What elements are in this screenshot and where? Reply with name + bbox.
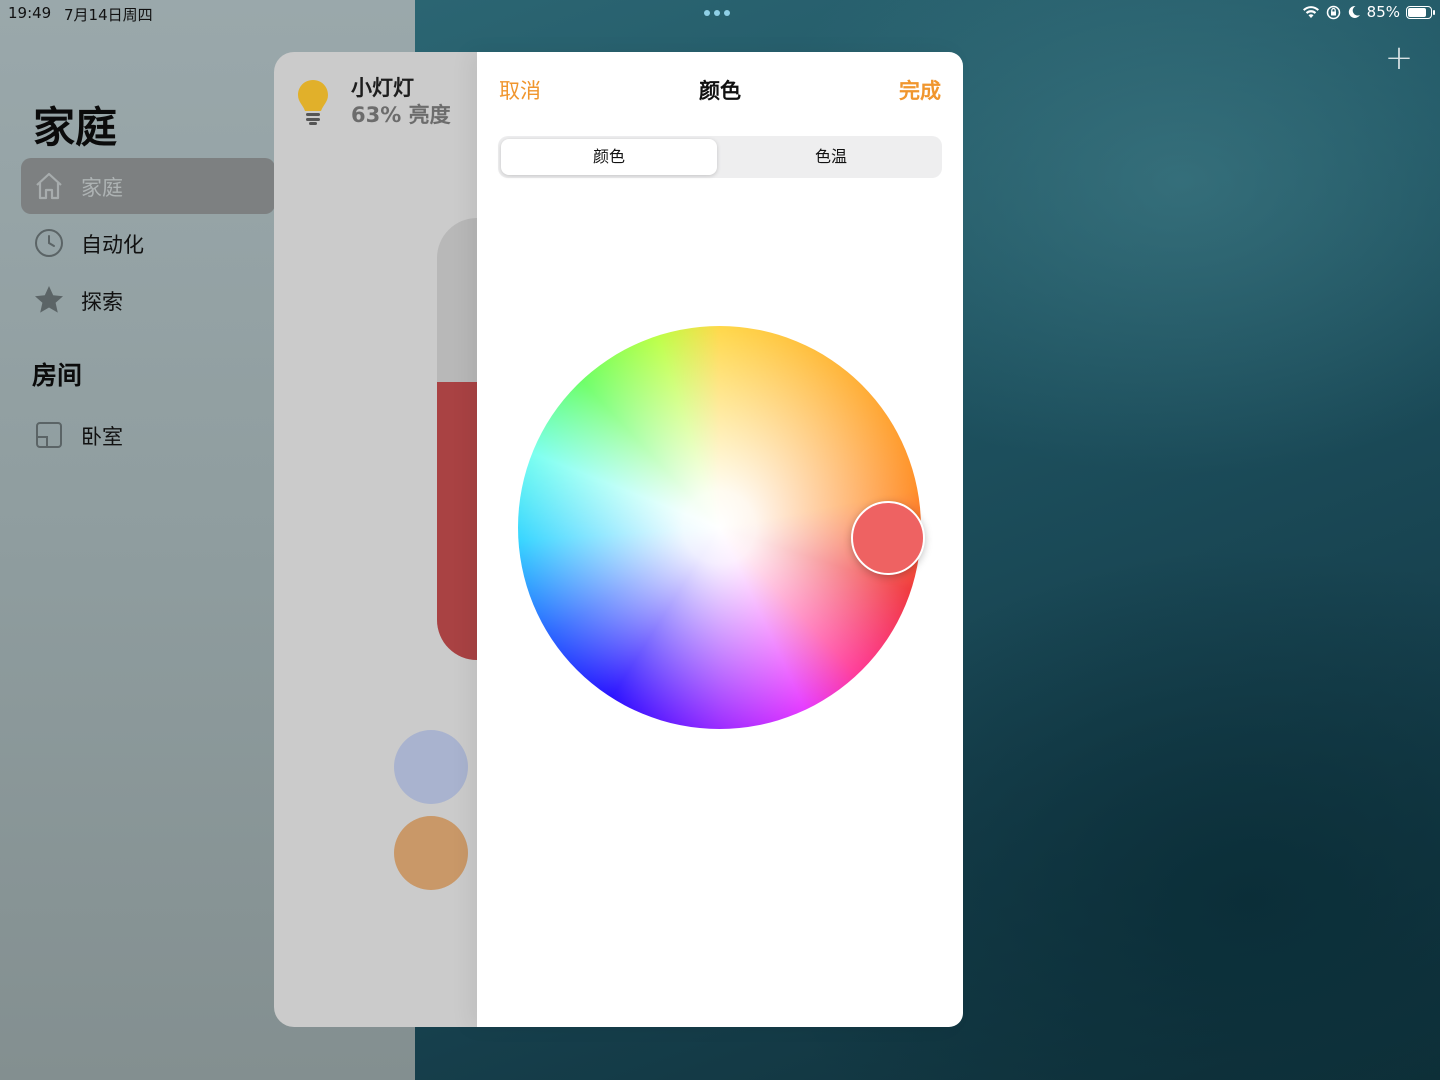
moon-icon <box>1348 5 1360 18</box>
sidebar-item-label: 探索 <box>81 290 123 314</box>
sidebar-item-bedroom[interactable]: 卧室 <box>21 407 275 463</box>
home-icon <box>36 172 62 200</box>
star-icon <box>35 286 63 313</box>
add-button[interactable]: + <box>1384 41 1414 75</box>
sidebar-item-label: 家庭 <box>81 176 123 200</box>
sidebar-title: 家庭 <box>33 103 118 152</box>
color-preset[interactable] <box>394 816 468 890</box>
color-preset[interactable] <box>394 730 468 804</box>
sidebar-item-label: 卧室 <box>81 425 123 449</box>
accessory-status: 63% 亮度 <box>351 103 451 127</box>
rooms-section-title: 房间 <box>32 361 83 390</box>
status-date: 7月14日周四 <box>64 6 153 24</box>
color-mode-segmented-control: 颜色 色温 <box>498 136 942 178</box>
battery-icon <box>1406 5 1435 19</box>
cancel-button[interactable]: 取消 <box>499 75 541 105</box>
orientation-lock-icon <box>1326 5 1340 19</box>
color-selector-knob[interactable] <box>851 501 925 575</box>
status-bar: 19:49 7月14日周四 85% <box>0 0 1440 28</box>
room-icon <box>36 422 62 448</box>
sidebar-item-automation[interactable]: 自动化 <box>21 215 275 271</box>
sidebar-item-label: 自动化 <box>81 233 144 257</box>
clock-icon <box>35 229 63 257</box>
lightbulb-icon <box>298 80 328 125</box>
sidebar-item-home[interactable]: 家庭 <box>21 158 275 214</box>
sheet-title: 颜色 <box>699 79 741 103</box>
segment-color-temperature[interactable]: 色温 <box>723 139 939 175</box>
done-button[interactable]: 完成 <box>899 75 941 105</box>
status-indicators: 85% <box>1302 3 1435 21</box>
multitasking-handle[interactable] <box>704 10 730 16</box>
sidebar-item-discover[interactable]: 探索 <box>21 272 275 328</box>
wifi-icon <box>1302 6 1319 18</box>
status-time: 19:49 <box>8 4 52 22</box>
battery-percentage: 85% <box>1366 3 1400 21</box>
color-picker-sheet: 颜色 取消 完成 颜色 色温 <box>477 52 963 1027</box>
accessory-name: 小灯灯 <box>351 76 414 100</box>
segment-color[interactable]: 颜色 <box>501 139 717 175</box>
